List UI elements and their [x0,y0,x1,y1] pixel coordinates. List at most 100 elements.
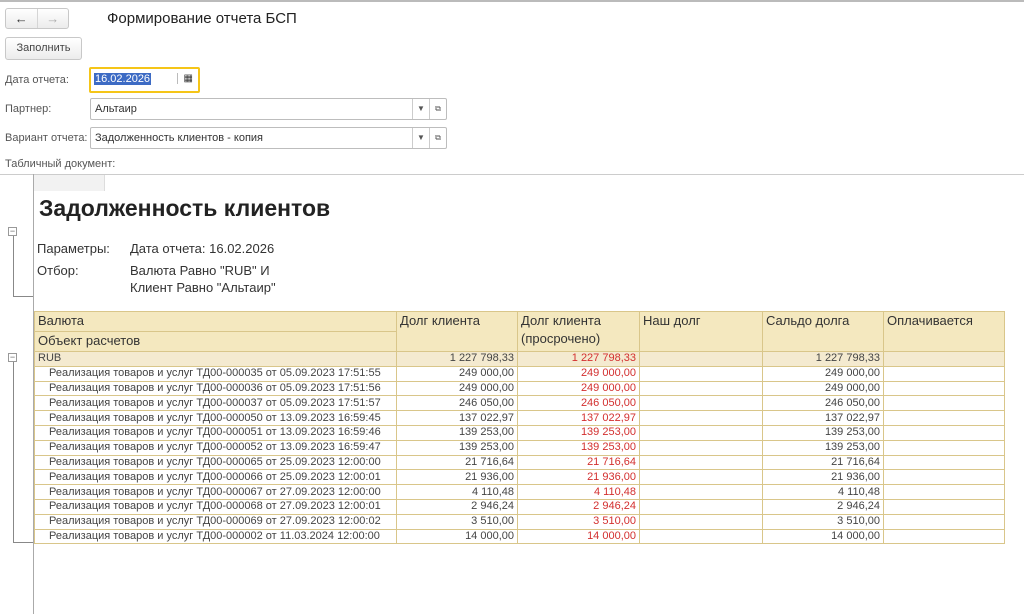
cell-object: Реализация товаров и услуг ТД00-000037 о… [34,395,397,412]
cell-balance: 3 510,00 [762,513,884,530]
partner-value: Альтаир [95,103,137,115]
date-label: Дата отчета: [5,74,69,86]
table-row[interactable]: Реализация товаров и услуг ТД00-000067 о… [34,484,1005,500]
fill-button[interactable]: Заполнить [5,37,82,60]
col-balance: Сальдо долга [762,311,884,352]
cell-object: Реализация товаров и услуг ТД00-000065 о… [34,454,397,471]
group-overdue: 1 227 798,33 [517,351,640,367]
cell-overdue: 246 050,00 [517,395,640,412]
cell-overdue: 139 253,00 [517,439,640,456]
nav-buttons: ← → [5,8,69,29]
group-bracket [13,236,33,297]
cell-overdue: 249 000,00 [517,365,640,382]
cell-debt: 246 050,00 [396,395,518,412]
table-row[interactable]: Реализация товаров и услуг ТД00-000065 о… [34,454,1005,471]
cell-balance: 2 946,24 [762,498,884,515]
cell-our-debt [639,380,763,397]
cell-paying [883,424,1005,441]
open-icon[interactable]: ⧉ [429,99,446,119]
table-row[interactable]: Реализация товаров и услуг ТД00-000037 о… [34,395,1005,412]
group-our-debt [639,351,763,367]
cell-object: Реализация товаров и услуг ТД00-000052 о… [34,439,397,456]
cell-paying [883,454,1005,471]
cell-object: Реализация товаров и услуг ТД00-000051 о… [34,424,397,441]
group-debt: 1 227 798,33 [396,351,518,367]
cell-balance: 14 000,00 [762,528,884,545]
cell-paying [883,410,1005,426]
cell-debt: 139 253,00 [396,439,518,456]
table-row[interactable]: Реализация товаров и услуг ТД00-000035 о… [34,365,1005,382]
variant-label: Вариант отчета: [5,132,88,144]
cell-balance: 246 050,00 [762,395,884,412]
cell-object: Реализация товаров и услуг ТД00-000050 о… [34,410,397,426]
cell-object: Реализация товаров и услуг ТД00-000035 о… [34,365,397,382]
report-title: Задолженность клиентов [39,195,331,221]
cell-our-debt [639,528,763,545]
cell-paying [883,380,1005,397]
col-currency: Валюта [34,311,397,332]
cell-our-debt [639,439,763,456]
cell-our-debt [639,513,763,530]
cell-overdue: 3 510,00 [517,513,640,530]
table-row[interactable]: Реализация товаров и услуг ТД00-000066 о… [34,469,1005,486]
group-balance: 1 227 798,33 [762,351,884,367]
cell-overdue: 21 936,00 [517,469,640,486]
cell-paying [883,484,1005,500]
params-value: Дата отчета: 16.02.2026 [130,241,275,256]
cell-object: Реализация товаров и услуг ТД00-000066 о… [34,469,397,486]
cell-object: Реализация товаров и услуг ТД00-000036 о… [34,380,397,397]
cell-balance: 21 936,00 [762,469,884,486]
cell-paying [883,498,1005,515]
cell-overdue: 2 946,24 [517,498,640,515]
date-field[interactable]: 16.02.2026 ▦ [89,67,200,93]
cell-object: Реализация товаров и услуг ТД00-000002 о… [34,528,397,545]
date-value: 16.02.2026 [94,73,152,85]
cell-our-debt [639,410,763,426]
cell-balance: 249 000,00 [762,380,884,397]
page-title: Формирование отчета БСП [107,10,297,27]
cell-balance: 4 110,48 [762,484,884,500]
partner-field[interactable]: Альтаир ▼ ⧉ [90,98,447,120]
back-button[interactable]: ← [6,9,37,28]
dropdown-icon[interactable]: ▼ [412,99,429,119]
group-bracket [13,362,33,543]
cell-our-debt [639,484,763,500]
cell-overdue: 137 022,97 [517,410,640,426]
cell-paying [883,365,1005,382]
table-row[interactable]: Реализация товаров и услуг ТД00-000069 о… [34,513,1005,530]
col-paying: Оплачивается [883,311,1005,352]
table-row[interactable]: Реализация товаров и услуг ТД00-000036 о… [34,380,1005,397]
dropdown-icon[interactable]: ▼ [412,128,429,148]
cell-object: Реализация товаров и услуг ТД00-000069 о… [34,513,397,530]
cell-our-debt [639,498,763,515]
forward-button[interactable]: → [36,9,69,28]
cell-debt: 4 110,48 [396,484,518,500]
partner-label: Партнер: [5,103,52,115]
doc-label: Табличный документ: [5,158,116,170]
filter-line2: Клиент Равно "Альтаир" [130,280,276,295]
filter-label: Отбор: [37,263,79,278]
table-row[interactable]: Реализация товаров и услуг ТД00-000052 о… [34,439,1005,456]
group-paying [883,351,1005,367]
variant-field[interactable]: Задолженность клиентов - копия ▼ ⧉ [90,127,447,149]
collapse-icon[interactable]: − [8,227,17,236]
cell-balance: 249 000,00 [762,365,884,382]
collapse-icon[interactable]: − [8,353,17,362]
cell-debt: 249 000,00 [396,380,518,397]
table-row[interactable]: Реализация товаров и услуг ТД00-000051 о… [34,424,1005,441]
group-row[interactable]: RUB 1 227 798,33 1 227 798,33 1 227 798,… [34,351,1005,367]
cell-debt: 139 253,00 [396,424,518,441]
cell-our-debt [639,454,763,471]
table-row[interactable]: Реализация товаров и услуг ТД00-000002 о… [34,528,1005,545]
open-icon[interactable]: ⧉ [429,128,446,148]
col-overdue: Долг клиента (просрочено) [517,311,640,352]
group-name: RUB [34,351,397,367]
col-debt: Долг клиента [396,311,518,352]
calendar-icon[interactable]: ▦ [176,73,193,84]
params-label: Параметры: [37,241,110,256]
cell-paying [883,395,1005,412]
col-our-debt: Наш долг [639,311,763,352]
table-row[interactable]: Реализация товаров и услуг ТД00-000068 о… [34,498,1005,515]
table-row[interactable]: Реализация товаров и услуг ТД00-000050 о… [34,410,1005,426]
cell-debt: 3 510,00 [396,513,518,530]
